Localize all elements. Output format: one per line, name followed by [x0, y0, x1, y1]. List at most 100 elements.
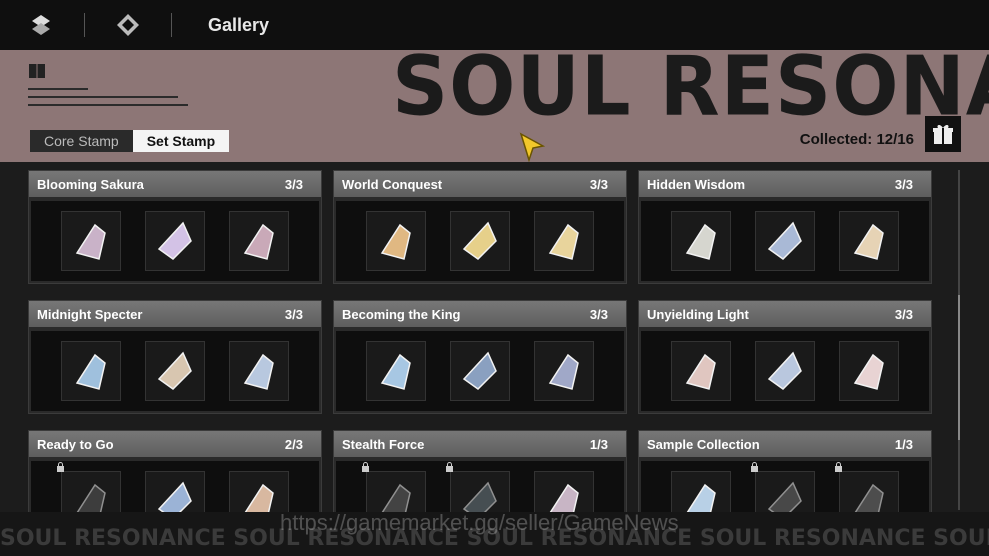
stamp-slot[interactable]: [145, 471, 205, 512]
stamp-slot[interactable]: [229, 341, 289, 401]
tab-core-stamp[interactable]: Core Stamp: [30, 130, 133, 152]
stamp-slot[interactable]: [61, 341, 121, 401]
stamp-slot[interactable]: [839, 341, 899, 401]
stamp-shard-icon: [548, 353, 579, 390]
stamp-slot[interactable]: [755, 341, 815, 401]
top-bar: Gallery: [0, 0, 989, 50]
stamp-slot[interactable]: [145, 211, 205, 271]
stamp-slot[interactable]: [450, 211, 510, 271]
stamp-set-card[interactable]: World Conquest 3/3: [333, 170, 627, 284]
stamp-slot[interactable]: [835, 462, 899, 512]
stamp-slot[interactable]: [671, 341, 731, 401]
stamp-set-count: 3/3: [589, 306, 608, 322]
banner: SOUL RESONANCE Core Stamp Set Stamp Coll…: [0, 50, 989, 162]
stamp-set-grid: Blooming Sakura 3/3 World Conquest 3/3 Hidde…: [0, 162, 989, 512]
stamp-tabs: Core Stamp Set Stamp: [30, 130, 230, 152]
stamp-shard-icon: [854, 483, 884, 512]
stamp-slots: [31, 201, 319, 281]
stamp-set-card[interactable]: Sample Collection 1/3: [638, 430, 932, 512]
stamp-slot[interactable]: [229, 471, 289, 512]
stamp-set-count: 1/3: [894, 436, 913, 452]
stamp-set-count: 3/3: [284, 306, 303, 322]
stamp-shard-icon: [157, 351, 192, 390]
lock-icon: [445, 462, 454, 474]
stamp-slot[interactable]: [671, 471, 731, 512]
stamp-shard-icon: [462, 481, 497, 512]
stamp-slot[interactable]: [366, 341, 426, 401]
tab-set-stamp[interactable]: Set Stamp: [132, 130, 230, 152]
stamp-set-name: Midnight Specter: [37, 306, 143, 322]
stamp-shard-icon: [75, 353, 106, 390]
stamp-shard-icon: [381, 483, 411, 512]
stamp-shard-icon: [549, 483, 579, 512]
stamp-set-count: 3/3: [284, 176, 303, 192]
stamp-slots: [31, 461, 319, 512]
stamp-shard-icon: [685, 223, 716, 260]
stamp-slot[interactable]: [366, 211, 426, 271]
stamp-set-count: 2/3: [284, 436, 303, 452]
stamp-set-card[interactable]: Ready to Go 2/3: [28, 430, 322, 512]
stamp-set-header: Unyielding Light 3/3: [639, 301, 931, 327]
stamp-slot[interactable]: [446, 462, 510, 512]
stamp-shard-icon: [686, 483, 716, 512]
stamp-slot[interactable]: [671, 211, 731, 271]
page-title: Gallery: [208, 14, 270, 35]
stamp-set-card[interactable]: Stealth Force 1/3: [333, 430, 627, 512]
cursor-icon: [519, 132, 547, 167]
scrollbar-thumb[interactable]: [958, 295, 960, 440]
stamp-slot[interactable]: [450, 341, 510, 401]
stamp-shard-icon: [157, 221, 192, 260]
stamp-slots: [31, 331, 319, 411]
stamp-set-card[interactable]: Becoming the King 3/3: [333, 300, 627, 414]
stamp-set-name: Hidden Wisdom: [647, 176, 746, 192]
stamp-slot[interactable]: [839, 211, 899, 271]
banner-title: SOUL RESONANCE: [392, 50, 989, 135]
stamp-set-count: 3/3: [894, 306, 913, 322]
stamp-set-header: Sample Collection 1/3: [639, 431, 931, 457]
stamp-shard-icon: [548, 223, 579, 260]
stamp-set-header: Ready to Go 2/3: [29, 431, 321, 457]
stamp-slots: [336, 461, 624, 512]
stamp-set-card[interactable]: Unyielding Light 3/3: [638, 300, 932, 414]
stamp-set-name: Unyielding Light: [647, 306, 749, 322]
stamp-set-card[interactable]: Midnight Specter 3/3: [28, 300, 322, 414]
stamp-set-name: Ready to Go: [37, 436, 114, 452]
stamp-slot[interactable]: [145, 341, 205, 401]
stamp-set-card[interactable]: Blooming Sakura 3/3: [28, 170, 322, 284]
lock-icon: [834, 462, 843, 474]
stamp-slots: [641, 461, 929, 512]
stamp-slot[interactable]: [57, 462, 121, 512]
stamp-slot[interactable]: [534, 471, 594, 512]
stamp-slot[interactable]: [61, 211, 121, 271]
lock-icon: [750, 462, 759, 474]
stamp-shard-icon: [76, 483, 106, 512]
stamp-set-count: 3/3: [589, 176, 608, 192]
stamp-slot[interactable]: [751, 462, 815, 512]
menu-diamond-icon[interactable]: [103, 0, 153, 50]
stamp-set-card[interactable]: Hidden Wisdom 3/3: [638, 170, 932, 284]
divider: [171, 13, 172, 37]
stamp-slot[interactable]: [534, 211, 594, 271]
stamp-shard-icon: [853, 353, 884, 390]
stamp-shard-icon: [157, 481, 192, 512]
banner-fine-print: [28, 64, 198, 128]
watermark: https://gamemarket.gg/seller/GameNews: [280, 510, 679, 535]
stamp-shard-icon: [853, 223, 884, 260]
stamp-set-name: Sample Collection: [647, 436, 760, 452]
gift-icon[interactable]: [925, 116, 961, 152]
stamp-slot[interactable]: [755, 211, 815, 271]
stamp-slots: [641, 201, 929, 281]
stamp-slot[interactable]: [362, 462, 426, 512]
stamp-set-header: Becoming the King 3/3: [334, 301, 626, 327]
stamp-set-name: World Conquest: [342, 176, 443, 192]
stamp-set-header: Blooming Sakura 3/3: [29, 171, 321, 197]
stamp-slot[interactable]: [229, 211, 289, 271]
stamp-shard-icon: [75, 223, 106, 260]
stamp-shard-icon: [380, 223, 411, 260]
home-icon[interactable]: [16, 0, 66, 50]
stamp-shard-icon: [243, 353, 274, 390]
stamp-set-name: Blooming Sakura: [37, 176, 144, 192]
stamp-slots: [336, 201, 624, 281]
stamp-slot[interactable]: [534, 341, 594, 401]
stamp-set-header: Midnight Specter 3/3: [29, 301, 321, 327]
